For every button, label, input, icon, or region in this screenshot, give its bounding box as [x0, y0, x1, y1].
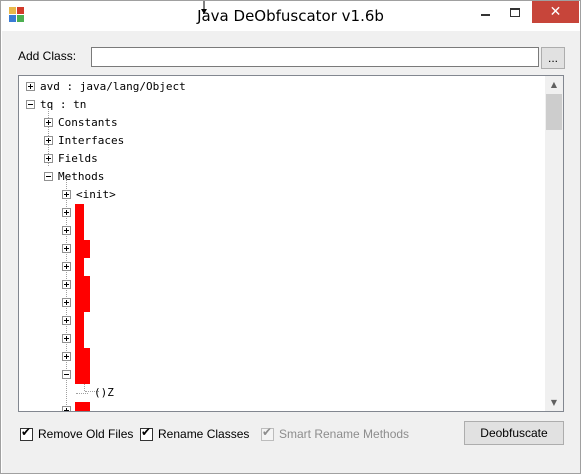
checkmark-icon: ✔ [262, 424, 273, 439]
browse-button[interactable]: ... [541, 47, 565, 69]
smart-rename-methods-label: Smart Rename Methods [279, 427, 410, 441]
tree-node-label: Methods [58, 170, 105, 183]
title-bar[interactable]: Java DeObfuscator v1.6b ✕ [1, 1, 580, 31]
tree-node[interactable]: Fields [19, 150, 539, 168]
tree-node[interactable]: cm [19, 276, 539, 294]
tree-node-label: <init> [76, 188, 116, 201]
tree-node[interactable]: Constants [19, 114, 539, 132]
expand-plus-icon[interactable] [26, 82, 35, 91]
tree-node[interactable]: cn [19, 348, 539, 366]
tree-node[interactable]: h [19, 204, 539, 222]
tree-node-label: cp [75, 402, 91, 411]
tree-node-label: cm [75, 276, 91, 294]
minimize-icon [480, 14, 490, 16]
expand-plus-icon[interactable] [62, 208, 71, 217]
client-area: Add Class: ... avd : java/lang/Object tq … [2, 31, 580, 473]
tree-scrollbar[interactable]: ▲ ▼ [545, 76, 563, 411]
expand-plus-icon[interactable] [62, 352, 71, 361]
tree-node-label: ()Z [94, 386, 114, 399]
tree-node[interactable]: avd : java/lang/Object [19, 78, 539, 96]
tree-node[interactable]: ()Z [19, 384, 539, 402]
smart-rename-methods-checkbox[interactable]: ✔ Smart Rename Methods [261, 426, 409, 442]
tree-node[interactable]: Methods [19, 168, 539, 186]
tree-node-label: w [75, 312, 84, 330]
tree-node-label: h [75, 204, 84, 222]
tree-node-label: Constants [58, 116, 118, 129]
expand-plus-icon[interactable] [44, 118, 53, 127]
tree-node-label: avd : java/lang/Object [40, 80, 186, 93]
expand-plus-icon[interactable] [62, 406, 71, 411]
tree-node-label: r [75, 222, 84, 240]
expand-plus-icon[interactable] [62, 280, 71, 289]
expand-plus-icon[interactable] [62, 262, 71, 271]
expand-plus-icon[interactable] [62, 298, 71, 307]
tree-node[interactable]: r [19, 222, 539, 240]
scroll-thumb[interactable] [546, 94, 562, 130]
expand-plus-icon[interactable] [44, 154, 53, 163]
checkmark-icon: ✔ [21, 424, 32, 439]
collapse-minus-icon[interactable] [44, 172, 53, 181]
deobfuscate-button[interactable]: Deobfuscate [464, 421, 564, 445]
close-icon: ✕ [549, 4, 562, 20]
expand-plus-icon[interactable] [62, 190, 71, 199]
maximize-button[interactable] [501, 1, 529, 23]
tree-node[interactable]: e_ [19, 294, 539, 312]
expand-plus-icon[interactable] [62, 334, 71, 343]
tree-node[interactable]: <init> [19, 186, 539, 204]
remove-old-files-label: Remove Old Files [38, 427, 134, 441]
close-button[interactable]: ✕ [532, 1, 579, 23]
class-tree-view[interactable]: avd : java/lang/Object tq : tn Constants In… [18, 75, 564, 412]
tree-node-label: Fields [58, 152, 98, 165]
scroll-down-arrow-icon[interactable]: ▼ [545, 394, 563, 411]
expand-plus-icon[interactable] [62, 316, 71, 325]
tree-node[interactable]: co [19, 366, 539, 384]
collapse-minus-icon[interactable] [62, 370, 71, 379]
expand-plus-icon[interactable] [62, 244, 71, 253]
tree-node[interactable]: a [19, 258, 539, 276]
collapse-minus-icon[interactable] [26, 100, 35, 109]
tree-node[interactable]: w [19, 312, 539, 330]
tree-node-label: cn [75, 348, 91, 366]
remove-old-files-checkbox[interactable]: ✔ Remove Old Files [20, 426, 133, 442]
tree-node[interactable]: cl [19, 240, 539, 258]
tree-node[interactable]: tq : tn [19, 96, 539, 114]
maximize-icon [510, 7, 520, 17]
checkmark-icon: ✔ [141, 424, 152, 439]
tree-content: avd : java/lang/Object tq : tn Constants In… [19, 76, 545, 411]
add-class-label: Add Class: [18, 49, 77, 63]
minimize-button[interactable] [471, 1, 499, 23]
tree-node-label: e_ [75, 294, 91, 312]
expand-plus-icon[interactable] [62, 226, 71, 235]
rename-classes-label: Rename Classes [158, 427, 250, 441]
tree-node[interactable]: Interfaces [19, 132, 539, 150]
tree-node-label: tq : tn [40, 98, 87, 111]
scroll-up-arrow-icon[interactable]: ▲ [545, 76, 563, 93]
tree-node-label: co [75, 366, 91, 384]
tree-node-label: c [75, 330, 84, 348]
tree-node-label: Interfaces [58, 134, 125, 147]
tree-node[interactable]: cp [19, 402, 539, 411]
add-class-input[interactable] [91, 47, 539, 67]
tree-node-label: cl [75, 240, 91, 258]
main-window: Java DeObfuscator v1.6b ✕ Add Class: ...… [0, 0, 581, 474]
tree-node-label: a [75, 258, 84, 276]
rename-classes-checkbox[interactable]: ✔ Rename Classes [140, 426, 249, 442]
expand-plus-icon[interactable] [44, 136, 53, 145]
tree-node[interactable]: c [19, 330, 539, 348]
